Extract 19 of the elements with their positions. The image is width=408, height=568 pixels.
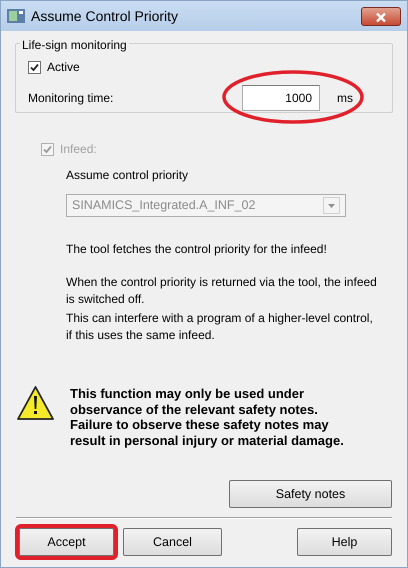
field-label: Monitoring time: [28,90,114,107]
dropdown-label: Assume control priority [66,167,190,184]
note-text: This can interfere with a program of a higher-level control, if this uses the same infeed. [66,310,374,344]
close-button[interactable] [361,6,401,26]
note-text: When the control priority is returned via the tool, the infeed is switched off. [66,274,378,308]
close-icon [375,12,387,23]
safety-notes-button[interactable]: Safety notes [229,480,392,508]
unit-label: ms [336,90,354,107]
checkbox[interactable] [28,60,41,74]
input-field[interactable]: 1000 [242,85,320,111]
warning-text: This function may only be used under observance of the relevant safety notes. Failure to observe these safety notes may result in personal injury or material damage. [70,386,345,448]
checkbox-label[interactable]: Active [47,58,80,76]
dialog-button[interactable]: Help [297,528,392,556]
note-text: The tool fetches the control priority for the infeed! [66,241,328,258]
window-title: Assume Control Priority [31,6,178,26]
warning-icon [17,386,54,420]
dropdown-arrow-icon [328,204,335,208]
app-icon [7,9,25,23]
dialog-button[interactable]: Cancel [123,528,222,556]
